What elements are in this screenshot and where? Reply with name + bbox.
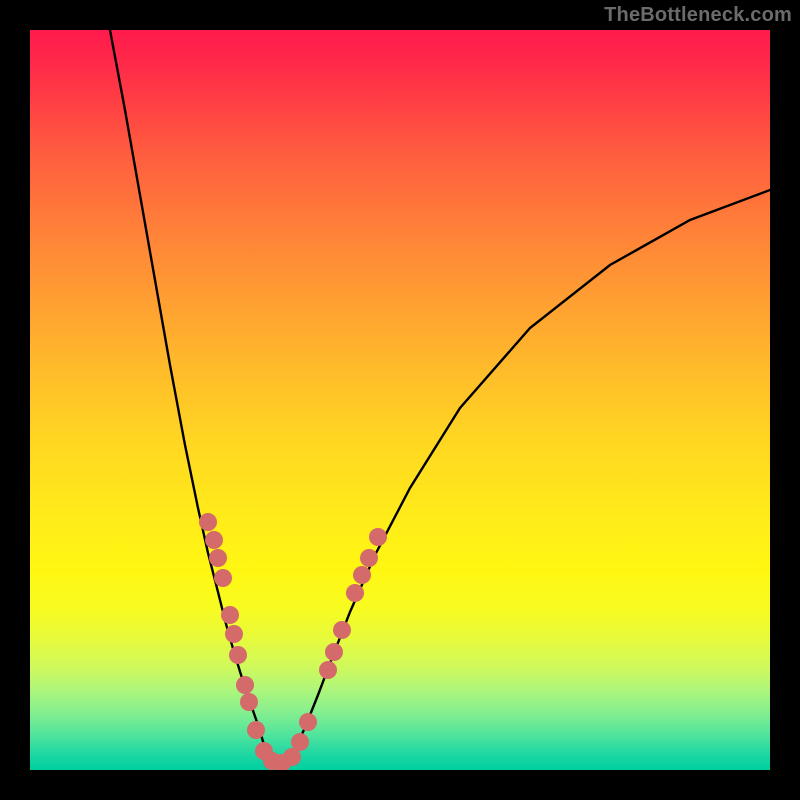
data-point — [225, 625, 243, 643]
data-point — [369, 528, 387, 546]
plot-area — [30, 30, 770, 770]
data-point — [205, 531, 223, 549]
data-point — [221, 606, 239, 624]
data-point — [291, 733, 309, 751]
data-point — [229, 646, 247, 664]
data-point — [299, 713, 317, 731]
data-point — [247, 721, 265, 739]
watermark-text: TheBottleneck.com — [604, 4, 792, 27]
data-point — [325, 643, 343, 661]
bottleneck-curve — [110, 30, 770, 763]
data-point — [353, 566, 371, 584]
data-point — [346, 584, 364, 602]
data-point — [236, 676, 254, 694]
marker-layer — [199, 513, 387, 770]
data-point — [333, 621, 351, 639]
chart-frame: TheBottleneck.com — [0, 0, 800, 800]
chart-svg — [30, 30, 770, 770]
data-point — [199, 513, 217, 531]
data-point — [240, 693, 258, 711]
data-point — [319, 661, 337, 679]
data-point — [214, 569, 232, 587]
curve-layer — [110, 30, 770, 763]
data-point — [360, 549, 378, 567]
data-point — [209, 549, 227, 567]
